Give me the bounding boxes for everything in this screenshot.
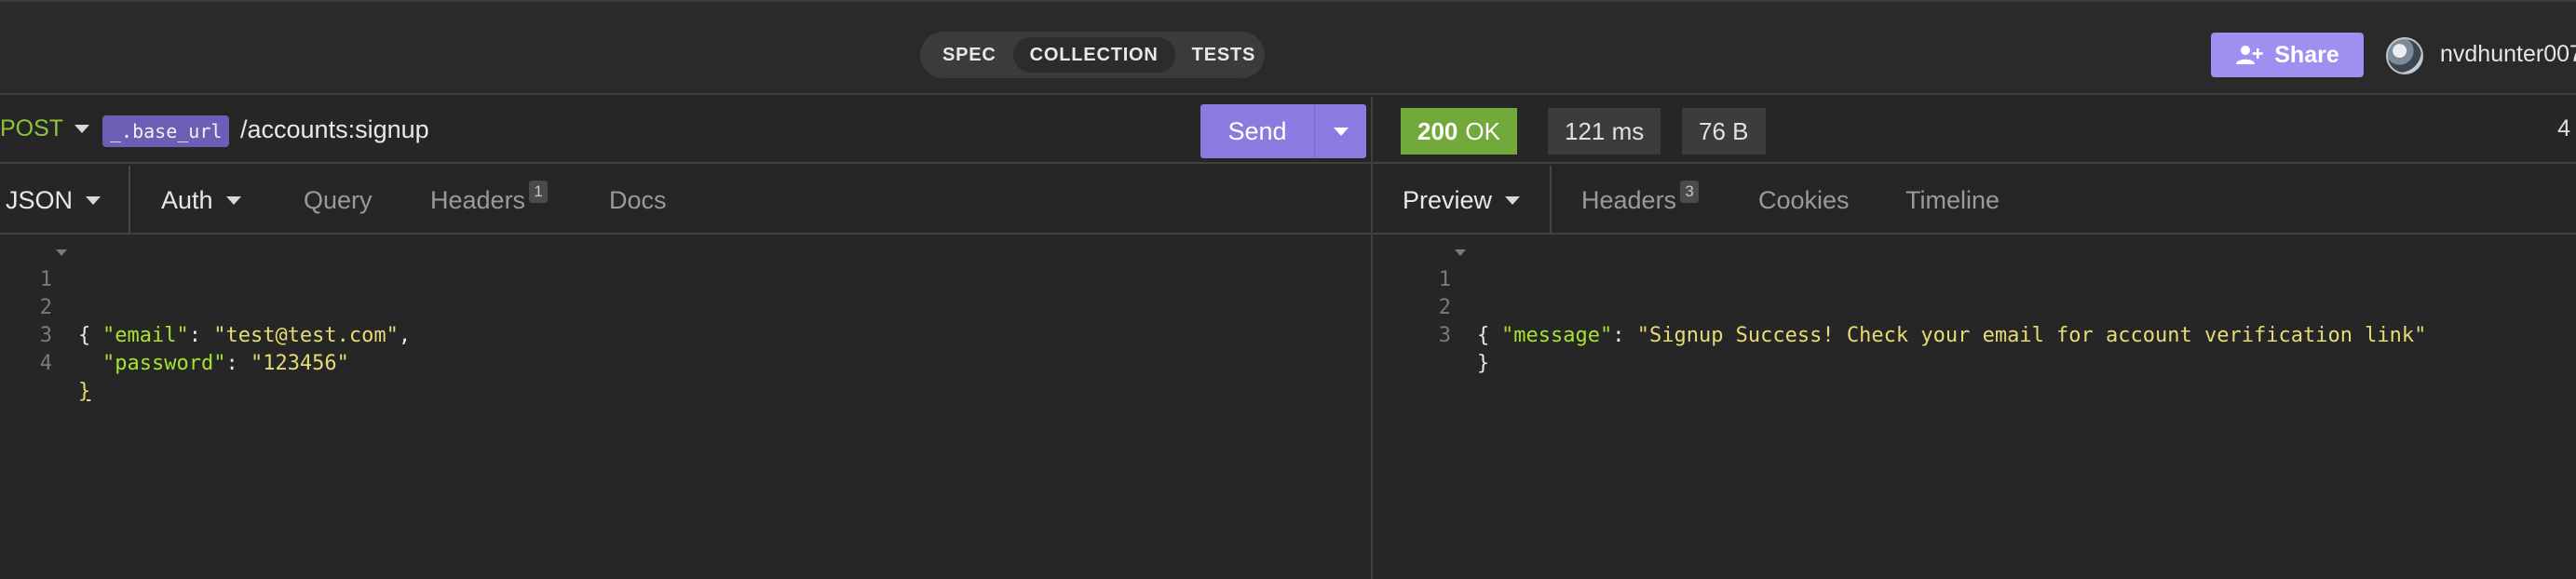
tab-body-json[interactable]: JSON [6, 166, 102, 235]
line-number: 4 [39, 352, 52, 375]
tab-spec[interactable]: SPEC [926, 37, 1013, 73]
response-history-count[interactable]: 4 [2557, 115, 2570, 142]
tab-cookies[interactable]: Cookies [1758, 166, 1850, 235]
fold-arrow-icon[interactable] [1455, 249, 1466, 256]
json-key: "message" [1501, 324, 1613, 347]
response-size: 76 B [1682, 108, 1766, 155]
tab-label: Timeline [1905, 185, 2000, 214]
code-line: 3 } [1373, 294, 2576, 375]
url-path[interactable]: /accounts:signup [240, 115, 429, 144]
share-button[interactable]: Share [2211, 33, 2364, 77]
line-number: 3 [1438, 324, 1451, 347]
tab-label: Cookies [1758, 185, 1850, 214]
tab-label: Query [304, 185, 373, 214]
chevron-down-icon [1333, 127, 1349, 136]
code-line: 2 "message": "Signup Success! Check your… [1373, 266, 2576, 347]
method-selector[interactable]: POST [0, 115, 90, 142]
json-close-brace: } [1477, 352, 1490, 375]
status-text: OK [1465, 117, 1500, 145]
tab-headers[interactable]: Headers 1 [430, 166, 549, 235]
tab-divider [1550, 166, 1552, 235]
chevron-down-icon [86, 195, 102, 205]
username[interactable]: nvdhunter007 [2440, 41, 2576, 68]
tab-label: JSON [6, 185, 74, 214]
top-header: SPEC COLLECTION TESTS Share nvdhunter007 [0, 0, 2576, 95]
tab-collection[interactable]: COLLECTION [1012, 37, 1175, 73]
request-body-editor[interactable]: 1 { 2 "email": "test@test.com", 3 "passw… [0, 238, 1371, 579]
response-tabs: Preview Headers 3 Cookies Timeline [1373, 166, 2576, 235]
json-entry: "message": "Signup Success! Check your e… [1501, 322, 2426, 350]
json-open-brace: { [1477, 324, 1490, 347]
view-switcher: SPEC COLLECTION TESTS [920, 32, 1265, 78]
base-url-variable[interactable]: _.base_url [102, 115, 230, 147]
tab-auth[interactable]: Auth [161, 166, 241, 235]
json-close-brace: } [78, 380, 91, 403]
fold-arrow-icon[interactable] [56, 249, 67, 256]
code-line: 3 "password": "123456" [0, 294, 1371, 375]
send-options-button[interactable] [1314, 104, 1366, 158]
request-url-bar: POST _.base_url /accounts:signup Send [0, 97, 1371, 164]
tab-label: Headers [430, 185, 526, 214]
chevron-down-icon [1505, 195, 1521, 205]
tab-tests[interactable]: TESTS [1175, 37, 1272, 73]
code-line: 4 } [0, 322, 1371, 403]
headers-count-badge: 1 [529, 181, 549, 203]
chevron-down-icon [75, 125, 90, 133]
tab-label: Auth [161, 185, 213, 214]
json-colon: : [225, 352, 251, 375]
chevron-down-icon [225, 195, 241, 205]
tab-label: Docs [609, 185, 667, 214]
response-body-viewer[interactable]: 1 { 2 "message": "Signup Success! Check … [1373, 238, 2576, 579]
code-line: 1 { [0, 238, 1371, 347]
send-label: Send [1227, 116, 1287, 145]
tab-query[interactable]: Query [304, 166, 373, 235]
json-key: "password" [102, 352, 226, 375]
json-entry: "password": "123456" [102, 350, 349, 378]
add-user-icon [2236, 46, 2263, 64]
headers-count-badge: 3 [1680, 181, 1700, 203]
json-value: "Signup Success! Check your email for ac… [1636, 324, 2427, 347]
response-time: 121 ms [1548, 108, 1661, 155]
method-label: POST [0, 115, 64, 141]
tab-preview[interactable]: Preview [1403, 166, 1521, 235]
share-label: Share [2274, 41, 2339, 68]
tab-divider [129, 166, 130, 235]
send-button[interactable]: Send [1200, 104, 1366, 158]
tab-label: Headers [1581, 185, 1677, 214]
code-line: 1 { [1373, 238, 2576, 347]
tab-docs[interactable]: Docs [609, 166, 667, 235]
json-value: "123456" [250, 352, 349, 375]
json-colon: : [1612, 324, 1637, 347]
avatar[interactable] [2386, 37, 2423, 74]
code-line: 2 "email": "test@test.com", [0, 266, 1371, 347]
request-tabs: JSON Auth Query Headers 1 Docs [0, 166, 1371, 235]
status-code: 200 [1417, 117, 1458, 145]
response-status-bar: 200 OK 121 ms 76 B 4 [1373, 97, 2576, 164]
tab-label: Preview [1403, 185, 1493, 214]
tab-timeline[interactable]: Timeline [1905, 166, 2000, 235]
status-badge: 200 OK [1401, 108, 1517, 155]
tab-response-headers[interactable]: Headers 3 [1581, 166, 1700, 235]
